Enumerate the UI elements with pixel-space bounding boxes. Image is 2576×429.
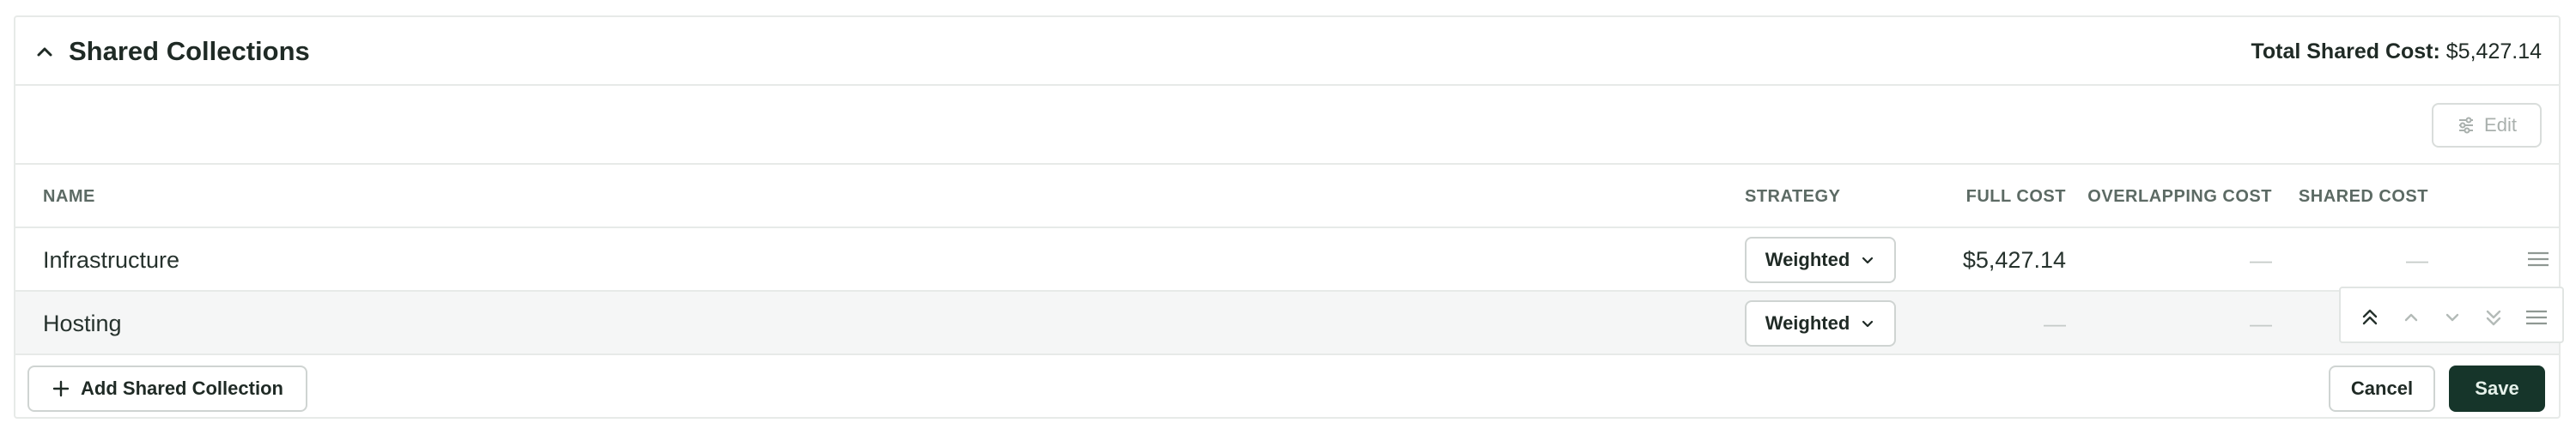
double-chevron-down-icon[interactable]	[2482, 305, 2506, 329]
chevron-down-icon	[1860, 252, 1875, 268]
chevron-up-icon[interactable]	[33, 39, 57, 63]
shared-cost-value: —	[2406, 247, 2428, 273]
table-row: Hosting Weighted — — —	[15, 287, 2564, 355]
chevron-down-icon	[1860, 316, 1875, 331]
strategy-value: Weighted	[1765, 249, 1850, 270]
drag-handle-icon[interactable]	[2526, 249, 2550, 269]
chevron-down-icon[interactable]	[2440, 305, 2464, 329]
column-header-name[interactable]: NAME	[43, 185, 95, 208]
overlapping-cost-value: —	[2250, 247, 2272, 273]
edit-button-label: Edit	[2484, 114, 2517, 136]
table-row: Infrastructure Weighted $5,427.14 — —	[15, 228, 2559, 292]
total-shared-cost: Total Shared Cost: $5,427.14	[2251, 36, 2542, 67]
overlapping-cost-value: —	[2250, 311, 2272, 336]
collection-name: Infrastructure	[43, 247, 180, 273]
double-chevron-up-icon[interactable]	[2358, 305, 2382, 329]
table-toolbar: Edit	[15, 86, 2559, 165]
shared-collections-panel: Shared Collections Total Shared Cost: $5…	[14, 15, 2564, 419]
add-shared-collection-button[interactable]: Add Shared Collection	[27, 366, 307, 412]
column-header-overlapping-cost[interactable]: OVERLAPPING COST	[2087, 185, 2272, 208]
full-cost-value: $5,427.14	[1962, 247, 2066, 273]
sliders-icon	[2457, 116, 2476, 135]
add-shared-collection-label: Add Shared Collection	[81, 378, 283, 399]
panel-header: Shared Collections Total Shared Cost: $5…	[15, 17, 2559, 86]
strategy-value: Weighted	[1765, 312, 1850, 334]
edit-button[interactable]: Edit	[2432, 103, 2542, 148]
drag-handle-icon[interactable]	[2524, 305, 2549, 329]
collection-name: Hosting	[43, 311, 122, 336]
chevron-up-icon[interactable]	[2399, 305, 2423, 329]
strategy-select[interactable]: Weighted	[1745, 237, 1896, 283]
page-title: Shared Collections	[69, 36, 310, 66]
save-button[interactable]: Save	[2449, 366, 2545, 412]
total-shared-cost-value: $5,427.14	[2445, 39, 2542, 63]
plus-icon	[52, 379, 70, 398]
row-reorder-toolbar	[2339, 287, 2564, 343]
total-shared-cost-label: Total Shared Cost:	[2251, 39, 2440, 63]
cancel-button[interactable]: Cancel	[2329, 366, 2435, 412]
strategy-select[interactable]: Weighted	[1745, 300, 1896, 347]
panel-footer: Add Shared Collection Cancel Save	[15, 355, 2559, 417]
column-header-shared-cost[interactable]: SHARED COST	[2299, 185, 2428, 208]
column-header-strategy[interactable]: STRATEGY	[1745, 185, 1840, 208]
table-header: NAME STRATEGY FULL COST OVERLAPPING COST…	[15, 165, 2559, 228]
column-header-full-cost[interactable]: FULL COST	[1966, 185, 2066, 208]
full-cost-value: —	[2044, 311, 2066, 336]
